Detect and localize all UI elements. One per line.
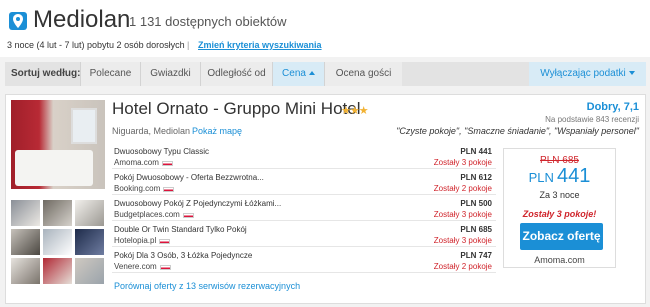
offer-price: PLN 685	[460, 225, 492, 234]
nights-label: Za 3 noce	[539, 190, 580, 200]
offer-room-name: Dwuosobowy Pokój Z Pojedynczymi Łóżkami.…	[114, 199, 282, 208]
offer-price: PLN 441	[460, 147, 492, 156]
results-count: 1 131 dostępnych obiektów	[129, 14, 287, 29]
offer-price: PLN 747	[460, 251, 492, 260]
city-title: Mediolan	[33, 6, 131, 33]
rooms-left: Zostały 3 pokoje!	[522, 209, 597, 219]
best-price-box: PLN 685 PLN 441 Za 3 noce Zostały 3 poko…	[503, 148, 616, 268]
sort-tab-price[interactable]: Cena	[272, 62, 324, 86]
sort-tab-recommended[interactable]: Polecane	[80, 62, 140, 86]
current-price: PLN 441	[528, 165, 591, 187]
offer-row[interactable]: Dwuosobowy Typu Classic Amoma.com PLN 44…	[112, 145, 496, 169]
hotel-card: Hotel Ornato - Gruppo Mini Hotel ★★★ Nig…	[5, 94, 646, 304]
offer-price: PLN 500	[460, 199, 492, 208]
offer-availability: Zostały 2 pokoje	[433, 184, 492, 193]
hotel-name[interactable]: Hotel Ornato - Gruppo Mini Hotel	[112, 99, 361, 119]
offer-site: Booking.com	[114, 184, 161, 193]
offer-room-name: Pokój Dla 3 Osób, 3 Łóżka Pojedyncze	[114, 251, 253, 260]
view-offer-button[interactable]: Zobacz ofertę	[520, 223, 603, 250]
offer-availability: Zostały 2 pokoje	[433, 262, 492, 271]
poland-flag-icon	[159, 239, 171, 244]
sort-label: Sortuj według:	[11, 68, 81, 79]
hotel-thumbnail[interactable]	[43, 229, 72, 255]
change-criteria-link[interactable]: Zmień kryteria wyszukiwania	[198, 40, 322, 50]
offer-room-name: Pokój Dwuosobowy - Oferta Bezzwrotna...	[114, 173, 264, 182]
offer-row[interactable]: Dwuosobowy Pokój Z Pojedynczymi Łóżkami.…	[112, 197, 496, 221]
separator: |	[187, 40, 190, 50]
offer-room-name: Dwuosobowy Typu Classic	[114, 147, 210, 156]
sort-tab-distance[interactable]: Odległość od	[200, 62, 272, 86]
results-header: Mediolan 1 131 dostępnych obiektów 3 noc…	[0, 0, 650, 57]
offer-row[interactable]: Pokój Dwuosobowy - Oferta Bezzwrotna... …	[112, 171, 496, 195]
hotel-main-photo[interactable]	[11, 100, 105, 189]
star-rating-icon: ★★★	[341, 105, 369, 117]
offer-price: PLN 612	[460, 173, 492, 182]
offer-row[interactable]: Pokój Dla 3 Osób, 3 Łóżka Pojedyncze Ven…	[112, 249, 496, 273]
stay-summary: 3 noce (4 lut - 7 lut) pobytu 2 osób dor…	[7, 40, 185, 50]
hotel-location: Niguarda, Mediolan	[112, 126, 191, 136]
sort-tab-stars[interactable]: Gwiazdki	[140, 62, 200, 86]
offer-availability: Zostały 3 pokoje	[433, 210, 492, 219]
offer-row[interactable]: Double Or Twin Standard Tylko Pokój Hote…	[112, 223, 496, 247]
hotel-thumbnail[interactable]	[11, 200, 40, 226]
hotel-thumbnail[interactable]	[43, 258, 72, 284]
hotel-thumbnail[interactable]	[11, 258, 40, 284]
poland-flag-icon	[159, 265, 171, 270]
sort-tab-guest-rating[interactable]: Ocena gości	[324, 62, 402, 86]
hotel-thumbnail[interactable]	[75, 200, 104, 226]
review-highlights: "Czyste pokoje", "Smaczne śniadanie", "W…	[396, 126, 639, 136]
guest-rating: Dobry, 7,1	[586, 101, 639, 113]
sort-bar: Sortuj według: Polecane Gwiazdki Odległo…	[5, 62, 646, 86]
hotel-thumbnail[interactable]	[43, 200, 72, 226]
best-offer-site: Amoma.com	[534, 255, 585, 265]
poland-flag-icon	[182, 213, 194, 218]
show-map-link[interactable]: Pokaż mapę	[192, 126, 242, 136]
review-count: Na podstawie 843 recenzji	[545, 115, 639, 124]
offer-room-name: Double Or Twin Standard Tylko Pokój	[114, 225, 247, 234]
hotel-thumbnail[interactable]	[75, 258, 104, 284]
offer-site: Hotelopia.pl	[114, 236, 157, 245]
offer-site: Venere.com	[114, 262, 157, 271]
hotel-thumbnail[interactable]	[11, 229, 40, 255]
location-pin-icon	[9, 12, 27, 30]
offer-availability: Zostały 3 pokoje	[433, 236, 492, 245]
poland-flag-icon	[163, 187, 175, 192]
hotel-thumbnail[interactable]	[75, 229, 104, 255]
tax-toggle-dropdown[interactable]: Wyłączając podatki	[529, 62, 646, 86]
offer-availability: Zostały 3 pokoje	[433, 158, 492, 167]
chevron-down-icon	[628, 71, 635, 75]
sort-ascending-icon	[308, 71, 315, 75]
compare-offers-link[interactable]: Porównaj oferty z 13 serwisów rezerwacyj…	[114, 281, 300, 291]
offer-site: Amoma.com	[114, 158, 159, 167]
offer-site: Budgetplaces.com	[114, 210, 180, 219]
poland-flag-icon	[161, 161, 173, 166]
